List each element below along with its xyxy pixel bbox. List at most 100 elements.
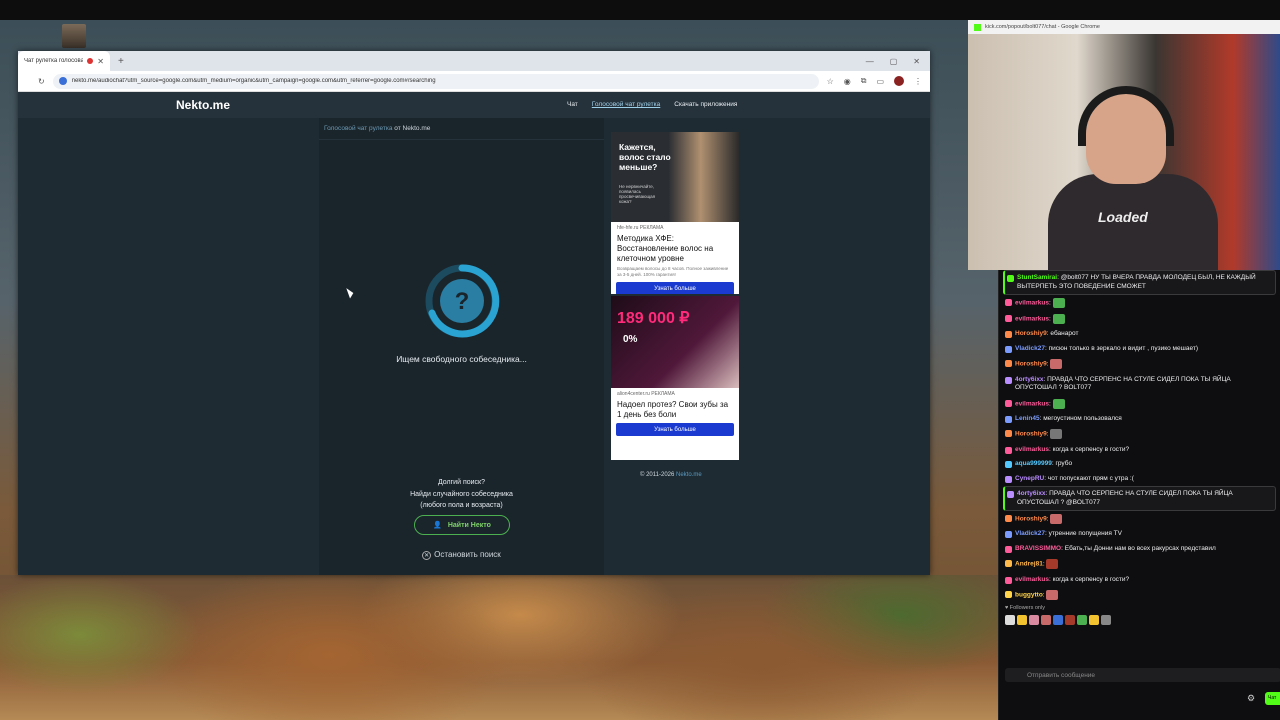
chat-message-body: Horoshiy9: <box>1015 359 1063 370</box>
chat-username[interactable]: evilmarkus <box>1015 300 1049 307</box>
reload-icon[interactable]: ↻ <box>38 77 45 86</box>
user-badge-icon <box>1005 446 1012 454</box>
close-tab-icon[interactable]: ✕ <box>97 57 104 66</box>
chat-text: ебанарот <box>1050 330 1079 338</box>
chat-username[interactable]: Andrej81 <box>1015 561 1043 568</box>
chat-username[interactable]: Horoshiy9 <box>1015 361 1047 368</box>
chat-message: Horoshiy9: <box>1003 356 1276 372</box>
chat-username[interactable]: BRAVISSIMMO <box>1015 545 1061 552</box>
emote-icon[interactable] <box>1101 615 1111 626</box>
breadcrumb: Голосовой чат рулетка от Nekto.me <box>319 118 604 140</box>
window-controls: — ▢ ✕ <box>866 57 930 66</box>
nav-chat[interactable]: Чат <box>567 101 578 108</box>
chat-username[interactable]: StuntSamirai <box>1017 274 1057 281</box>
stop-search-label: Остановить поиск <box>434 550 501 559</box>
chat-username[interactable]: Vladick27 <box>1015 345 1045 352</box>
emote-icon[interactable] <box>1065 615 1075 626</box>
ad-image: Кажется, волос стало меньше? Не нервнича… <box>611 132 739 222</box>
chat-username[interactable]: buggytto <box>1015 592 1043 599</box>
chat-username[interactable]: Horoshiy9 <box>1015 330 1047 337</box>
chat-username[interactable]: Horoshiy9 <box>1015 516 1047 523</box>
puzzle-icon[interactable]: ⧉ <box>861 76 867 86</box>
nav-voice-chat[interactable]: Голосовой чат рулетка <box>592 101 660 108</box>
chat-message: buggytto: <box>1003 587 1276 603</box>
user-badge-icon <box>1005 576 1012 584</box>
chat-text: мегоустином пользовался <box>1043 414 1122 422</box>
chat-message: BRAVISSIMMO: Ебать,ты Донни нам во всех … <box>1003 542 1276 557</box>
webcam-thumbnail <box>62 24 86 48</box>
chat-username[interactable]: 4orty6ixx <box>1017 490 1046 497</box>
chat-username[interactable]: aqua999999 <box>1015 460 1052 467</box>
nav-download-apps[interactable]: Скачать приложения <box>674 101 737 108</box>
chat-username[interactable]: evilmarkus <box>1015 576 1049 583</box>
chat-username[interactable]: Horoshiy9 <box>1015 431 1047 438</box>
stop-search-button[interactable]: ✕ Остановить поиск <box>319 550 604 560</box>
site-logo[interactable]: Nekto.me <box>176 98 230 112</box>
ad-description: Возвращаем волосы до 8 часов. Полное заж… <box>617 266 729 277</box>
search-loader-icon: ? <box>425 264 500 338</box>
chat-message: CynepRU: чот попускают прям с утра :( <box>1003 472 1276 487</box>
site-info-icon[interactable] <box>58 77 67 85</box>
chat-message-body: Vladick27: утренние попущения TV <box>1015 530 1122 539</box>
gear-icon[interactable]: ⚙ <box>1247 693 1255 704</box>
chat-message: evilmarkus: когда к серпенсу в гости? <box>1003 443 1276 458</box>
user-badge-icon <box>1005 376 1012 384</box>
emote-icon[interactable] <box>1089 615 1099 626</box>
chat-text: писюн только в зеркало и видит , пузико … <box>1048 344 1198 352</box>
send-chat-button[interactable]: Чат <box>1265 692 1280 705</box>
user-badge-icon <box>1005 360 1012 368</box>
ad-learn-more-button[interactable]: Узнать больше <box>616 423 734 436</box>
chat-footer: ⚙ Чат <box>999 691 1280 707</box>
user-badge-icon <box>1007 275 1014 282</box>
streamer-webcam: Loaded <box>968 34 1280 274</box>
chat-username[interactable]: Lenin45 <box>1015 415 1040 422</box>
chat-username[interactable]: evilmarkus <box>1015 316 1049 323</box>
chat-username[interactable]: Vladick27 <box>1015 530 1045 537</box>
emote-icon[interactable] <box>1053 615 1063 626</box>
copyright-link[interactable]: Nekto.me <box>676 472 702 478</box>
site-nav: Чат Голосовой чат рулетка Скачать прилож… <box>567 101 737 108</box>
emote-icon[interactable] <box>1017 615 1027 626</box>
extension-icon[interactable]: ◉ <box>844 77 851 86</box>
chat-username[interactable]: 4orty6ixx <box>1015 376 1044 383</box>
chat-message: evilmarkus: <box>1003 295 1276 311</box>
chat-username[interactable]: evilmarkus <box>1015 446 1049 453</box>
emote-icon[interactable] <box>1041 615 1051 626</box>
chat-message-body: evilmarkus: когда к серпенсу в гости? <box>1015 576 1129 585</box>
user-badge-icon <box>1005 399 1012 407</box>
minimize-icon[interactable]: — <box>866 57 874 66</box>
hint-line-2: Найди случайного собеседника <box>410 490 513 498</box>
chat-input[interactable]: Отправить сообщение <box>1005 668 1280 682</box>
stream-window: kick.com/popout/bolt077/chat - Google Ch… <box>968 20 1280 274</box>
user-badge-icon <box>1005 430 1012 438</box>
chat-message-body: Horoshiy9: <box>1015 429 1063 440</box>
ad-banner-hair[interactable]: Кажется, волос стало меньше? Не нервнича… <box>611 132 739 294</box>
ad-source: hfe-hfe.ru РЕКЛАМА <box>617 225 664 231</box>
sidebar-icon[interactable]: ▭ <box>876 77 884 86</box>
chat-message-body: Andrej81: <box>1015 559 1059 570</box>
url-field[interactable]: nekto.me/audiochat?utm_source=google.com… <box>52 73 819 89</box>
profile-avatar[interactable] <box>894 76 904 86</box>
user-add-icon: 👤 <box>433 522 442 529</box>
user-badge-icon <box>1005 415 1012 423</box>
emote-icon[interactable] <box>1077 615 1087 626</box>
chat-username[interactable]: CynepRU <box>1015 475 1044 482</box>
long-search-hint: Долгий поиск? Найди случайного собеседни… <box>319 477 604 512</box>
emote-icon <box>1046 590 1059 601</box>
find-nekto-button[interactable]: 👤 Найти Некто <box>414 515 510 535</box>
chat-username[interactable]: evilmarkus <box>1015 400 1049 407</box>
browser-tab[interactable]: Чат рулетка голосовая — ✕ <box>18 51 110 71</box>
close-window-icon[interactable]: ✕ <box>913 57 920 66</box>
maximize-icon[interactable]: ▢ <box>890 57 898 66</box>
menu-dots-icon[interactable]: ⋮ <box>914 77 922 86</box>
chat-message-body: BRAVISSIMMO: Ебать,ты Донни нам во всех … <box>1015 545 1216 554</box>
followers-only-label: ♥ Followers only <box>1005 605 1045 612</box>
bookmark-star-icon[interactable]: ☆ <box>827 77 834 86</box>
emote-icon[interactable] <box>1029 615 1039 626</box>
emote-icon[interactable] <box>1005 615 1015 626</box>
new-tab-icon[interactable]: + <box>118 56 124 67</box>
stream-window-title-text: kick.com/popout/bolt077/chat - Google Ch… <box>985 24 1100 30</box>
ad-banner-teeth[interactable]: 189 000 ₽ 0% alion4center.ru РЕКЛАМА Над… <box>611 296 739 460</box>
ad-learn-more-button[interactable]: Узнать больше <box>616 282 734 294</box>
breadcrumb-link[interactable]: Голосовой чат рулетка <box>324 125 392 132</box>
